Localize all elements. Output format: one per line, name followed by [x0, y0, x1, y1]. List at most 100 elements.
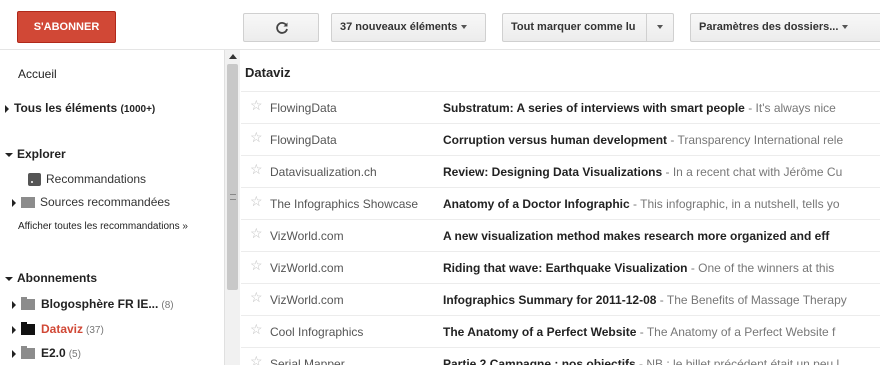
item-source: FlowingData: [270, 133, 337, 147]
explore-label: Explorer: [17, 147, 66, 161]
folder-settings-dropdown[interactable]: Paramètres des dossiers...: [690, 13, 880, 42]
item-title: A new visualization method makes researc…: [443, 229, 830, 243]
star-icon[interactable]: ☆: [250, 258, 263, 272]
mark-all-read-button[interactable]: Tout marquer comme lu: [502, 13, 647, 42]
item-entry: Partie 2 Campagne : nos objectifs - NB :…: [443, 357, 880, 365]
list-item[interactable]: ☆ Datavisualization.ch Review: Designing…: [241, 155, 880, 187]
item-entry: Corruption versus human development - Tr…: [443, 133, 880, 147]
item-title: Partie 2 Campagne : nos objectifs: [443, 357, 636, 365]
star-icon[interactable]: ☆: [250, 226, 263, 240]
sidebar-item-recommended-sources[interactable]: Sources recommandées: [12, 195, 236, 209]
item-entry: The Anatomy of a Perfect Website - The A…: [443, 325, 880, 339]
mark-all-read-label: Tout marquer comme lu: [511, 21, 636, 33]
sidebar-item-all-items[interactable]: Tous les éléments (1000+): [5, 101, 229, 115]
folder-name: Dataviz: [41, 322, 84, 336]
item-snippet: - Transparency International rele: [667, 133, 844, 147]
new-items-label: 37 nouveaux éléments: [340, 21, 458, 33]
folder-settings-label: Paramètres des dossiers...: [699, 21, 839, 33]
item-source: Datavisualization.ch: [270, 165, 377, 179]
item-title: Infographics Summary for 2011-12-08: [443, 293, 657, 307]
folder-icon: [21, 322, 35, 336]
folder-icon: [21, 297, 35, 311]
folder-count: (5): [68, 349, 81, 360]
scroll-up-arrow-icon[interactable]: [229, 54, 237, 59]
sidebar-folder-blogosphere[interactable]: Blogosphère FR IE... (8): [12, 297, 174, 311]
chevron-down-icon: [657, 25, 663, 30]
list-item[interactable]: ☆ Cool Infographics The Anatomy of a Per…: [241, 315, 880, 347]
item-source: Serial Mapper: [270, 357, 345, 365]
rss-icon: [28, 173, 41, 187]
expand-arrow-icon[interactable]: [5, 104, 9, 113]
folder-icon: [21, 197, 35, 209]
item-entry: Substratum: A series of interviews with …: [443, 101, 880, 115]
recommendations-label: Recommandations: [46, 172, 147, 186]
item-source: VizWorld.com: [270, 293, 344, 307]
sidebar-folder-dataviz[interactable]: Dataviz (37): [12, 322, 104, 336]
item-title: Corruption versus human development: [443, 133, 668, 147]
list-item[interactable]: ☆ VizWorld.com Riding that wave: Earthqu…: [241, 251, 880, 283]
list-item[interactable]: ☆ Serial Mapper Partie 2 Campagne : nos …: [241, 347, 880, 365]
expand-arrow-icon[interactable]: [12, 198, 16, 207]
sidebar-scrollbar[interactable]: [224, 50, 240, 365]
refresh-button[interactable]: [243, 13, 319, 42]
expand-arrow-icon[interactable]: [12, 349, 16, 358]
item-snippet: - In a recent chat with Jérôme Cu: [662, 165, 843, 179]
item-entry: Review: Designing Data Visualizations - …: [443, 165, 880, 179]
list-item[interactable]: ☆ VizWorld.com A new visualization metho…: [241, 219, 880, 251]
sidebar-section-explore[interactable]: Explorer: [5, 147, 229, 161]
item-list-pane: Dataviz ☆ FlowingData Substratum: A seri…: [241, 50, 880, 365]
list-item[interactable]: ☆ The Infographics Showcase Anatomy of a…: [241, 187, 880, 219]
collapse-arrow-icon[interactable]: [5, 276, 13, 281]
item-title: Substratum: A series of interviews with …: [443, 101, 745, 115]
sidebar-item-recommendations[interactable]: Recommandations: [28, 172, 252, 187]
all-items-count: (1000+): [120, 104, 156, 115]
item-title: Anatomy of a Doctor Infographic: [443, 197, 630, 211]
item-entry: Anatomy of a Doctor Infographic - This i…: [443, 197, 880, 211]
grip-icon: [230, 194, 236, 200]
scrollbar-thumb[interactable]: [227, 64, 238, 290]
sidebar-folder-e20[interactable]: E2.0 (5): [12, 346, 81, 360]
item-entry: A new visualization method makes researc…: [443, 229, 880, 243]
item-snippet: - NB : le billet précédent était un peu …: [635, 357, 840, 365]
refresh-icon: [276, 22, 288, 34]
sidebar-section-subscriptions[interactable]: Abonnements: [5, 271, 229, 285]
star-icon[interactable]: ☆: [250, 354, 263, 365]
star-icon[interactable]: ☆: [250, 194, 263, 208]
list-item[interactable]: ☆ VizWorld.com Infographics Summary for …: [241, 283, 880, 315]
item-source: The Infographics Showcase: [270, 197, 419, 211]
chevron-down-icon: [461, 25, 468, 30]
mark-read-options-button[interactable]: [646, 13, 674, 42]
show-all-recommendations-link[interactable]: Afficher toutes les recommandations »: [18, 221, 242, 232]
list-item[interactable]: ☆ FlowingData Substratum: A series of in…: [241, 91, 880, 123]
subscriptions-label: Abonnements: [17, 271, 98, 285]
item-title: Riding that wave: Earthquake Visualizati…: [443, 261, 688, 275]
folder-name: E2.0: [41, 346, 66, 360]
item-snippet: - One of the winners at this: [687, 261, 835, 275]
collapse-arrow-icon[interactable]: [5, 152, 13, 157]
item-snippet: - It's always nice: [744, 101, 836, 115]
folder-count: (8): [161, 300, 174, 311]
item-entry: Riding that wave: Earthquake Visualizati…: [443, 261, 880, 275]
page-title: Dataviz: [245, 65, 291, 80]
star-icon[interactable]: ☆: [250, 98, 263, 112]
item-source: VizWorld.com: [270, 261, 344, 275]
sidebar: Accueil Tous les éléments (1000+) Explor…: [0, 50, 240, 365]
folder-name: Blogosphère FR IE...: [41, 297, 159, 311]
item-source: Cool Infographics: [270, 325, 364, 339]
expand-arrow-icon[interactable]: [12, 325, 16, 334]
expand-arrow-icon[interactable]: [12, 300, 16, 309]
all-items-label: Tous les éléments: [14, 101, 118, 115]
item-snippet: - The Anatomy of a Perfect Website f: [636, 325, 836, 339]
folder-icon: [21, 346, 35, 360]
star-icon[interactable]: ☆: [250, 162, 263, 176]
item-title: Review: Designing Data Visualizations: [443, 165, 663, 179]
new-items-dropdown[interactable]: 37 nouveaux éléments: [331, 13, 486, 42]
subscribe-button[interactable]: S'ABONNER: [17, 11, 116, 43]
star-icon[interactable]: ☆: [250, 322, 263, 336]
item-source: FlowingData: [270, 101, 337, 115]
star-icon[interactable]: ☆: [250, 290, 263, 304]
list-item[interactable]: ☆ FlowingData Corruption versus human de…: [241, 123, 880, 155]
star-icon[interactable]: ☆: [250, 130, 263, 144]
item-snippet: - The Benefits of Massage Therapy: [656, 293, 847, 307]
sidebar-item-home[interactable]: Accueil: [18, 67, 242, 81]
